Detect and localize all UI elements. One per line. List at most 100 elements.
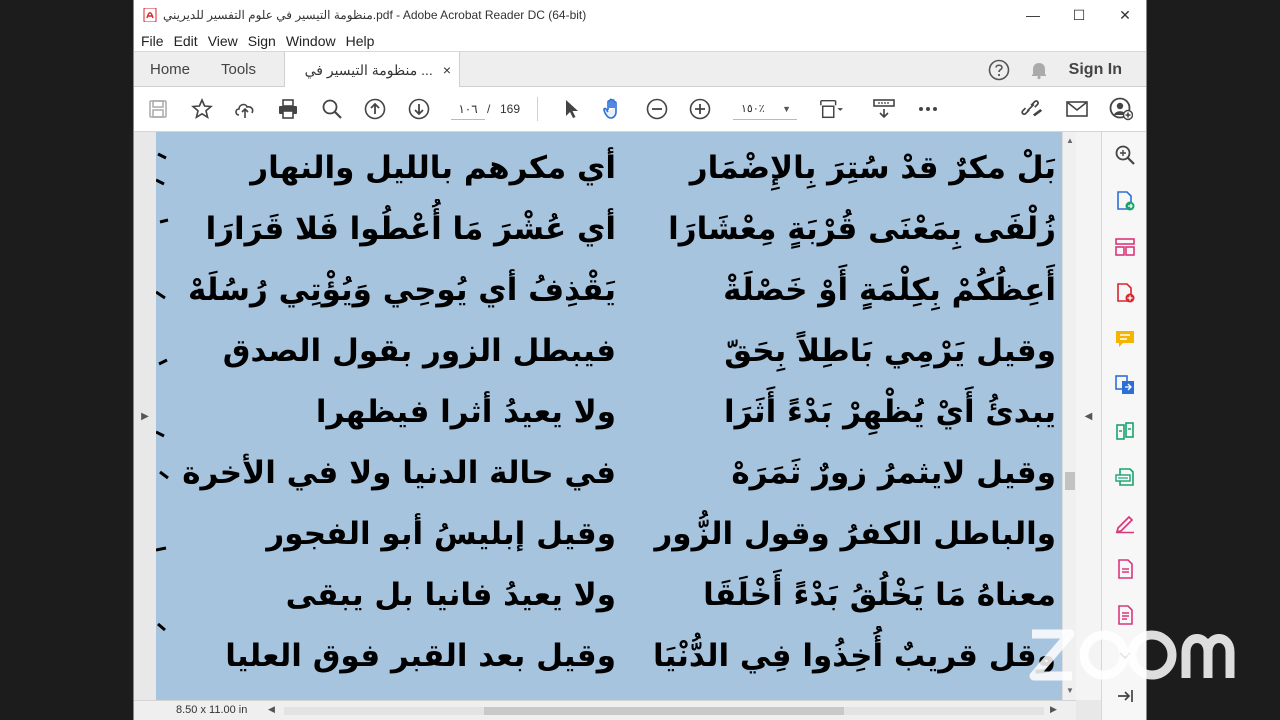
search-doc-icon[interactable]: [1113, 143, 1137, 167]
zoom-in-icon[interactable]: [688, 97, 712, 121]
sign-in-button[interactable]: Sign In: [1069, 61, 1122, 79]
print-icon[interactable]: [276, 97, 300, 121]
verse-line: وقل قريبٌ أُخِذُوا فِي الدُّنْيَا: [653, 638, 1056, 674]
verse-line: يبدئُ أَيْ يُظْهِرْ بَدْءً أَثَرَا: [724, 394, 1056, 430]
verse-line: وقيل لايثمرُ زورٌ ثَمَرَهْ: [731, 455, 1056, 491]
tab-tools[interactable]: Tools: [221, 52, 256, 87]
zoom-level-value: ١٥٠٪: [741, 103, 765, 115]
verse-line: في حالة الدنيا ولا في الأخرة: [182, 455, 616, 491]
verse-line: أَعِظُكُمْ بِكِلْمَةٍ أَوْ خَصْلَةْ: [723, 272, 1056, 308]
verse-line: وقيل بعد القبر فوق العليا: [225, 638, 616, 674]
acrobat-window: منظومة التيسير في علوم التفسير للديريني.…: [133, 0, 1147, 720]
title-bar: منظومة التيسير في علوم التفسير للديريني.…: [134, 0, 1146, 30]
verse-line: معناهُ مَا يَخْلُقُ بَدْءً أَخْلَقَا: [703, 577, 1056, 613]
tab-bar: Home Tools منظومة التيسير في ... × Sign …: [134, 51, 1146, 88]
horizontal-scroll-thumb[interactable]: [484, 707, 844, 715]
page-down-icon[interactable]: [407, 97, 431, 121]
maximize-button[interactable]: ☐: [1056, 0, 1102, 30]
combine-files-icon[interactable]: [1113, 373, 1137, 397]
notification-bell-icon[interactable]: [1027, 58, 1051, 82]
margin-ink-marks: [156, 152, 169, 632]
save-icon[interactable]: [146, 97, 170, 121]
document-tab-close-button[interactable]: ×: [443, 62, 451, 78]
page-size-label: 8.50 x 11.00 in: [176, 704, 248, 716]
verse-line: يَقْذِفُ أي يُوحِي وَيُؤْتِي رُسُلَهْ: [188, 272, 616, 308]
scan-icon[interactable]: [1113, 465, 1137, 489]
zoom-watermark-logo: [1026, 622, 1236, 686]
menu-help[interactable]: Help: [345, 33, 382, 49]
left-pane-toggle[interactable]: ▶: [134, 132, 156, 700]
comment-icon[interactable]: [1113, 327, 1137, 351]
scroll-mode-icon[interactable]: [872, 97, 896, 121]
zoom-out-icon[interactable]: [645, 97, 669, 121]
export-pdf-icon[interactable]: [1113, 189, 1137, 213]
current-page-input[interactable]: ١٠٦: [451, 98, 485, 120]
window-controls: — ☐ ✕: [1010, 0, 1146, 30]
verse-line: فيبطل الزور بقول الصدق: [222, 333, 616, 369]
menu-bar: File Edit View Sign Window Help: [134, 30, 1146, 51]
verse-line: وقيل يَرْمِي بَاطِلاً بِحَقّ: [724, 333, 1056, 369]
select-arrow-icon[interactable]: [559, 97, 583, 121]
scroll-up-icon[interactable]: ▲: [1063, 134, 1077, 148]
page-fit-icon[interactable]: [819, 97, 843, 121]
chevron-down-icon: ▼: [782, 104, 791, 114]
share-link-icon[interactable]: [1020, 97, 1044, 121]
create-pdf-icon[interactable]: [1113, 281, 1137, 305]
close-button[interactable]: ✕: [1102, 0, 1146, 30]
scroll-right-icon[interactable]: ▶: [1050, 704, 1057, 715]
expand-pane-icon[interactable]: [1113, 684, 1137, 708]
status-bar: 8.50 x 11.00 in ◀ ▶: [134, 700, 1076, 720]
tab-home[interactable]: Home: [150, 52, 190, 87]
upload-cloud-icon[interactable]: [233, 97, 257, 121]
minimize-button[interactable]: —: [1010, 0, 1056, 30]
document-area: ▶ بَلْ مكرٌ قدْ سُتِرَ بِالإِضْمَار زُلْ…: [134, 132, 1101, 720]
menu-edit[interactable]: Edit: [173, 33, 205, 49]
document-tab-label: منظومة التيسير في ...: [304, 61, 433, 78]
verse-line: أي مكرهم بالليل والنهار: [250, 150, 616, 186]
menu-file[interactable]: File: [140, 33, 171, 49]
vertical-scrollbar[interactable]: ▲ ▼: [1062, 132, 1076, 700]
scroll-left-icon[interactable]: ◀: [268, 704, 275, 715]
chevron-right-icon: ▶: [141, 410, 149, 422]
verse-line: ولا يعيدُ فانيا بل يبقى: [285, 577, 616, 613]
toolbar: ١٠٦ / 169 ١٥٠٪ ▼: [134, 87, 1146, 132]
pdf-page: بَلْ مكرٌ قدْ سُتِرَ بِالإِضْمَار زُلْفَ…: [156, 132, 1062, 700]
menu-window[interactable]: Window: [285, 33, 343, 49]
search-zoom-icon[interactable]: [320, 97, 344, 121]
tab-bar-right: Sign In: [987, 52, 1146, 87]
scroll-down-icon[interactable]: ▼: [1063, 684, 1077, 698]
zoom-level-dropdown[interactable]: ١٥٠٪ ▼: [733, 98, 797, 120]
page-up-icon[interactable]: [363, 97, 387, 121]
right-pane-collapse[interactable]: ◀: [1076, 132, 1101, 700]
fill-sign-icon[interactable]: [1113, 511, 1137, 535]
more-icon[interactable]: [916, 97, 940, 121]
right-verse-column: بَلْ مكرٌ قدْ سُتِرَ بِالإِضْمَار زُلْفَ…: [616, 138, 1056, 687]
help-icon[interactable]: [987, 58, 1011, 82]
chevron-left-icon: ◀: [1084, 410, 1093, 422]
menu-view[interactable]: View: [207, 33, 245, 49]
protect-icon[interactable]: [1113, 557, 1137, 581]
verse-line: زُلْفَى بِمَعْنَى قُرْبَةٍ مِعْشَارَا: [668, 211, 1056, 247]
email-icon[interactable]: [1065, 97, 1089, 121]
verse-line: والباطل الكفرُ وقول الزُّور: [654, 516, 1056, 552]
compress-icon[interactable]: [1113, 419, 1137, 443]
organize-pages-icon[interactable]: [1113, 235, 1137, 259]
window-title: منظومة التيسير في علوم التفسير للديريني.…: [163, 8, 587, 22]
vertical-scroll-thumb[interactable]: [1065, 472, 1075, 490]
menu-sign[interactable]: Sign: [247, 33, 283, 49]
page-separator: /: [487, 102, 491, 116]
left-verse-column: أي مكرهم بالليل والنهار أي عُشْرَ مَا أُ…: [176, 138, 616, 687]
video-letterbox-right: [1147, 0, 1280, 720]
total-pages: 169: [500, 102, 521, 116]
bookmark-star-icon[interactable]: [190, 97, 214, 121]
tab-document[interactable]: منظومة التيسير في ... ×: [284, 52, 460, 88]
hand-tool-icon[interactable]: [601, 97, 625, 121]
acrobat-pdf-icon: [143, 8, 157, 22]
add-user-icon[interactable]: [1109, 97, 1133, 121]
verse-line: أي عُشْرَ مَا أُعْطُوا فَلا قَرَارَا: [205, 211, 616, 247]
video-letterbox-left: [0, 0, 133, 720]
toolbar-divider: [537, 97, 538, 121]
horizontal-scrollbar[interactable]: [284, 707, 1044, 715]
verse-line: وقيل إبليسُ أبو الفجور: [266, 516, 616, 552]
verse-line: بَلْ مكرٌ قدْ سُتِرَ بِالإِضْمَار: [689, 150, 1056, 186]
